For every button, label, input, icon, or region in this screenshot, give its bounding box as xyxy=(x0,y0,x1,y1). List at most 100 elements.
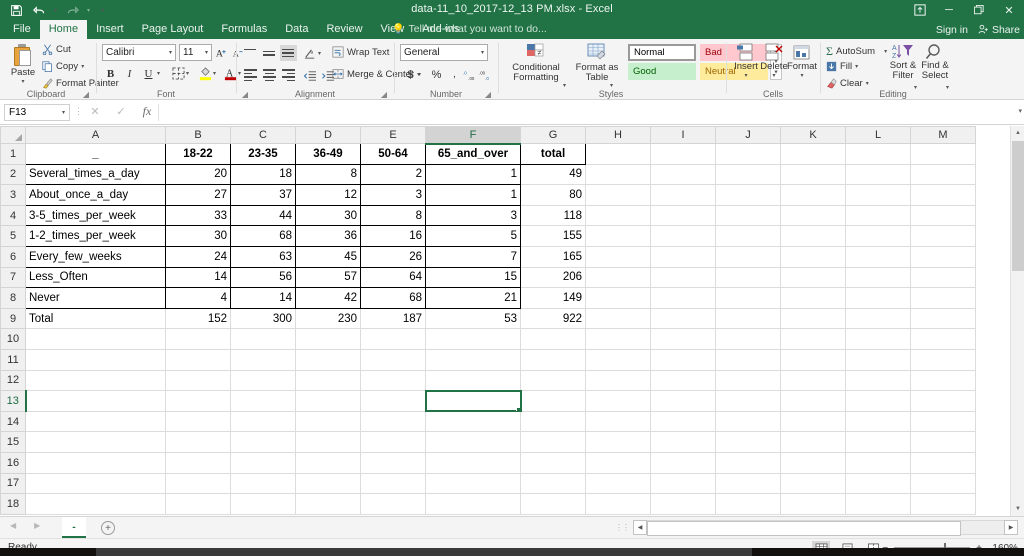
cell-A13[interactable] xyxy=(25,390,166,412)
cell-M17[interactable] xyxy=(910,472,976,495)
cell-M12[interactable] xyxy=(910,369,976,392)
clear-dropdown-icon[interactable]: ▾ xyxy=(866,80,869,87)
column-header-G[interactable]: G xyxy=(520,126,586,144)
cell-A4[interactable]: 3-5_times_per_week xyxy=(25,204,166,227)
cell-M9[interactable] xyxy=(910,307,976,330)
cell-A2[interactable]: Several_times_a_day xyxy=(25,163,166,186)
cell-A7[interactable]: Less_Often xyxy=(25,266,166,289)
cell-C9[interactable]: 300 xyxy=(230,307,296,330)
cell-J3[interactable] xyxy=(715,184,781,206)
align-right-icon[interactable] xyxy=(280,67,297,83)
cell-C1[interactable]: 23-35 xyxy=(230,143,296,165)
align-top-icon[interactable] xyxy=(242,45,259,61)
cell-I18[interactable] xyxy=(650,493,716,515)
copy-button[interactable]: Copy ▾ xyxy=(42,61,84,72)
align-bottom-icon[interactable] xyxy=(280,45,297,61)
cell-I8[interactable] xyxy=(650,287,716,309)
cell-E5[interactable]: 16 xyxy=(360,225,426,247)
cell-D7[interactable]: 57 xyxy=(295,266,361,289)
cell-K7[interactable] xyxy=(780,266,846,289)
sign-in-button[interactable]: Sign in xyxy=(936,24,968,36)
cell-J15[interactable] xyxy=(715,431,781,453)
cell-E18[interactable] xyxy=(360,493,426,515)
cell-I1[interactable] xyxy=(650,143,716,165)
cell-G10[interactable] xyxy=(520,328,586,350)
row-header-2[interactable]: 2 xyxy=(0,163,26,186)
cell-F9[interactable]: 53 xyxy=(425,307,521,330)
fill-color-icon[interactable] xyxy=(197,65,214,82)
cut-button[interactable]: Cut xyxy=(42,44,71,55)
cell-F10[interactable] xyxy=(425,328,521,350)
cell-G11[interactable] xyxy=(520,348,586,371)
decrease-decimal-icon[interactable]: .00.0 xyxy=(477,66,494,83)
currency-format-button[interactable]: $ xyxy=(402,66,419,83)
cell-H8[interactable] xyxy=(585,287,651,309)
cell-L5[interactable] xyxy=(845,225,911,247)
cell-D1[interactable]: 36-49 xyxy=(295,143,361,165)
insert-cells-dropdown-icon[interactable]: ▾ xyxy=(744,72,747,79)
cell-H9[interactable] xyxy=(585,307,651,330)
cell-B5[interactable]: 30 xyxy=(165,225,231,247)
cell-L17[interactable] xyxy=(845,472,911,495)
cell-A8[interactable]: Never xyxy=(25,287,166,309)
cell-L3[interactable] xyxy=(845,184,911,206)
row-header-15[interactable]: 15 xyxy=(0,431,26,453)
cell-H7[interactable] xyxy=(585,266,651,289)
percent-format-button[interactable]: % xyxy=(428,66,445,83)
cell-H13[interactable] xyxy=(585,390,651,412)
column-header-K[interactable]: K xyxy=(780,126,846,144)
font-size-dropdown-icon[interactable]: ▾ xyxy=(205,49,208,56)
clear-button[interactable]: Clear ▾ xyxy=(826,78,869,89)
cell-C2[interactable]: 18 xyxy=(230,163,296,186)
cell-E11[interactable] xyxy=(360,348,426,371)
cell-I10[interactable] xyxy=(650,328,716,350)
cell-L15[interactable] xyxy=(845,431,911,453)
underline-dropdown-icon[interactable]: ▾ xyxy=(157,70,160,77)
column-header-H[interactable]: H xyxy=(585,126,651,144)
vertical-scrollbar[interactable]: ▲ ▼ xyxy=(1010,126,1024,516)
cell-M13[interactable] xyxy=(910,390,976,412)
sheet-tab-0[interactable]: - xyxy=(62,517,86,538)
alignment-dialog-launcher[interactable]: ◢ xyxy=(381,90,387,99)
tab-page-layout[interactable]: Page Layout xyxy=(133,20,213,39)
cell-I13[interactable] xyxy=(650,390,716,412)
cell-C12[interactable] xyxy=(230,369,296,392)
cell-E6[interactable]: 26 xyxy=(360,245,426,268)
cell-B6[interactable]: 24 xyxy=(165,245,231,268)
cell-F3[interactable]: 1 xyxy=(425,184,521,206)
cell-I6[interactable] xyxy=(650,245,716,268)
cell-I7[interactable] xyxy=(650,266,716,289)
cell-F12[interactable] xyxy=(425,369,521,392)
row-header-13[interactable]: 13 xyxy=(0,390,27,412)
cell-D18[interactable] xyxy=(295,493,361,515)
italic-button[interactable]: I xyxy=(121,65,138,82)
cell-G6[interactable]: 165 xyxy=(520,245,586,268)
cell-C4[interactable]: 44 xyxy=(230,204,296,227)
cell-K6[interactable] xyxy=(780,245,846,268)
cell-D11[interactable] xyxy=(295,348,361,371)
cell-H4[interactable] xyxy=(585,204,651,227)
cell-style-normal[interactable]: Normal xyxy=(628,44,696,61)
bold-button[interactable]: B xyxy=(102,65,119,82)
insert-cells-button[interactable]: Insert ▾ xyxy=(732,43,760,79)
cell-H14[interactable] xyxy=(585,410,651,433)
cell-A10[interactable] xyxy=(25,328,166,350)
cell-K13[interactable] xyxy=(780,390,846,412)
cell-E9[interactable]: 187 xyxy=(360,307,426,330)
scrollbar-grip-icon[interactable]: ⋮⋮ xyxy=(615,523,630,532)
cell-G12[interactable] xyxy=(520,369,586,392)
cell-F4[interactable]: 3 xyxy=(425,204,521,227)
cell-K18[interactable] xyxy=(780,493,846,515)
cell-C14[interactable] xyxy=(230,410,296,433)
cell-I12[interactable] xyxy=(650,369,716,392)
cell-J8[interactable] xyxy=(715,287,781,309)
cell-K16[interactable] xyxy=(780,451,846,474)
add-sheet-button[interactable]: + xyxy=(101,521,115,535)
cell-L6[interactable] xyxy=(845,245,911,268)
cell-F6[interactable]: 7 xyxy=(425,245,521,268)
cell-style-good[interactable]: Good xyxy=(628,63,696,80)
cell-J13[interactable] xyxy=(715,390,781,412)
borders-dropdown-icon[interactable]: ▾ xyxy=(186,70,189,77)
tab-formulas[interactable]: Formulas xyxy=(212,20,276,39)
cell-L4[interactable] xyxy=(845,204,911,227)
